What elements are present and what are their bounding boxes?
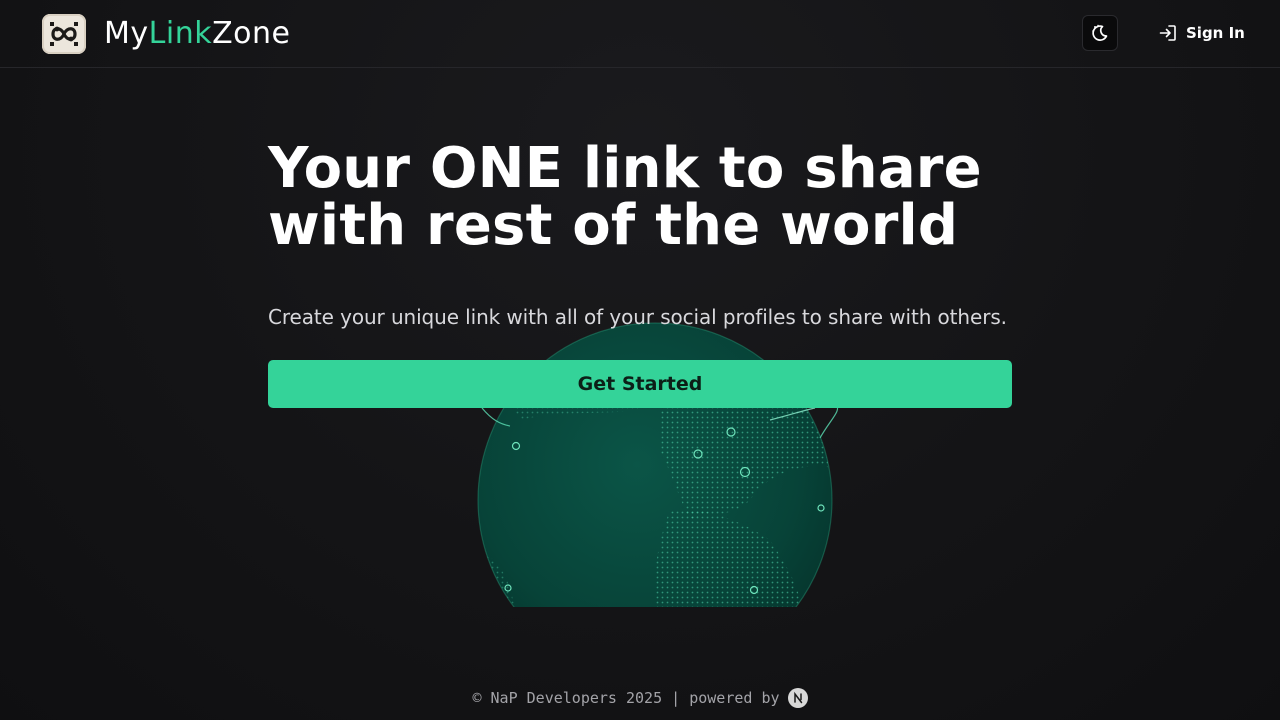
brand-name-part-3: Zone — [212, 16, 291, 51]
nextjs-icon[interactable] — [787, 688, 808, 708]
hero-subtitle: Create your unique link with all of your… — [268, 305, 1007, 329]
brand-name: MyLinkZone — [104, 19, 290, 49]
sign-in-label: Sign In — [1186, 24, 1245, 42]
moon-stars-icon — [1092, 24, 1108, 41]
footer-text: © NaP Developers 2025 | powered by — [472, 689, 780, 707]
hero-title-line-2: with rest of the world — [268, 193, 959, 258]
top-navbar: MyLinkZone Sign In — [0, 0, 1280, 68]
sign-in-button[interactable]: Sign In — [1150, 18, 1253, 48]
hero-title: Your ONE link to share with rest of the … — [268, 140, 1028, 254]
brand[interactable]: MyLinkZone — [42, 12, 290, 56]
brand-name-part-2: Link — [148, 16, 213, 51]
theme-toggle-button[interactable] — [1082, 15, 1118, 51]
footer: © NaP Developers 2025 | powered by — [0, 686, 1280, 710]
login-arrow-icon — [1159, 25, 1176, 41]
brand-name-part-1: My — [104, 16, 149, 51]
get-started-button[interactable]: Get Started — [268, 360, 1012, 408]
logo-icon — [42, 14, 86, 54]
hero-title-line-1: Your ONE link to share — [268, 136, 982, 201]
